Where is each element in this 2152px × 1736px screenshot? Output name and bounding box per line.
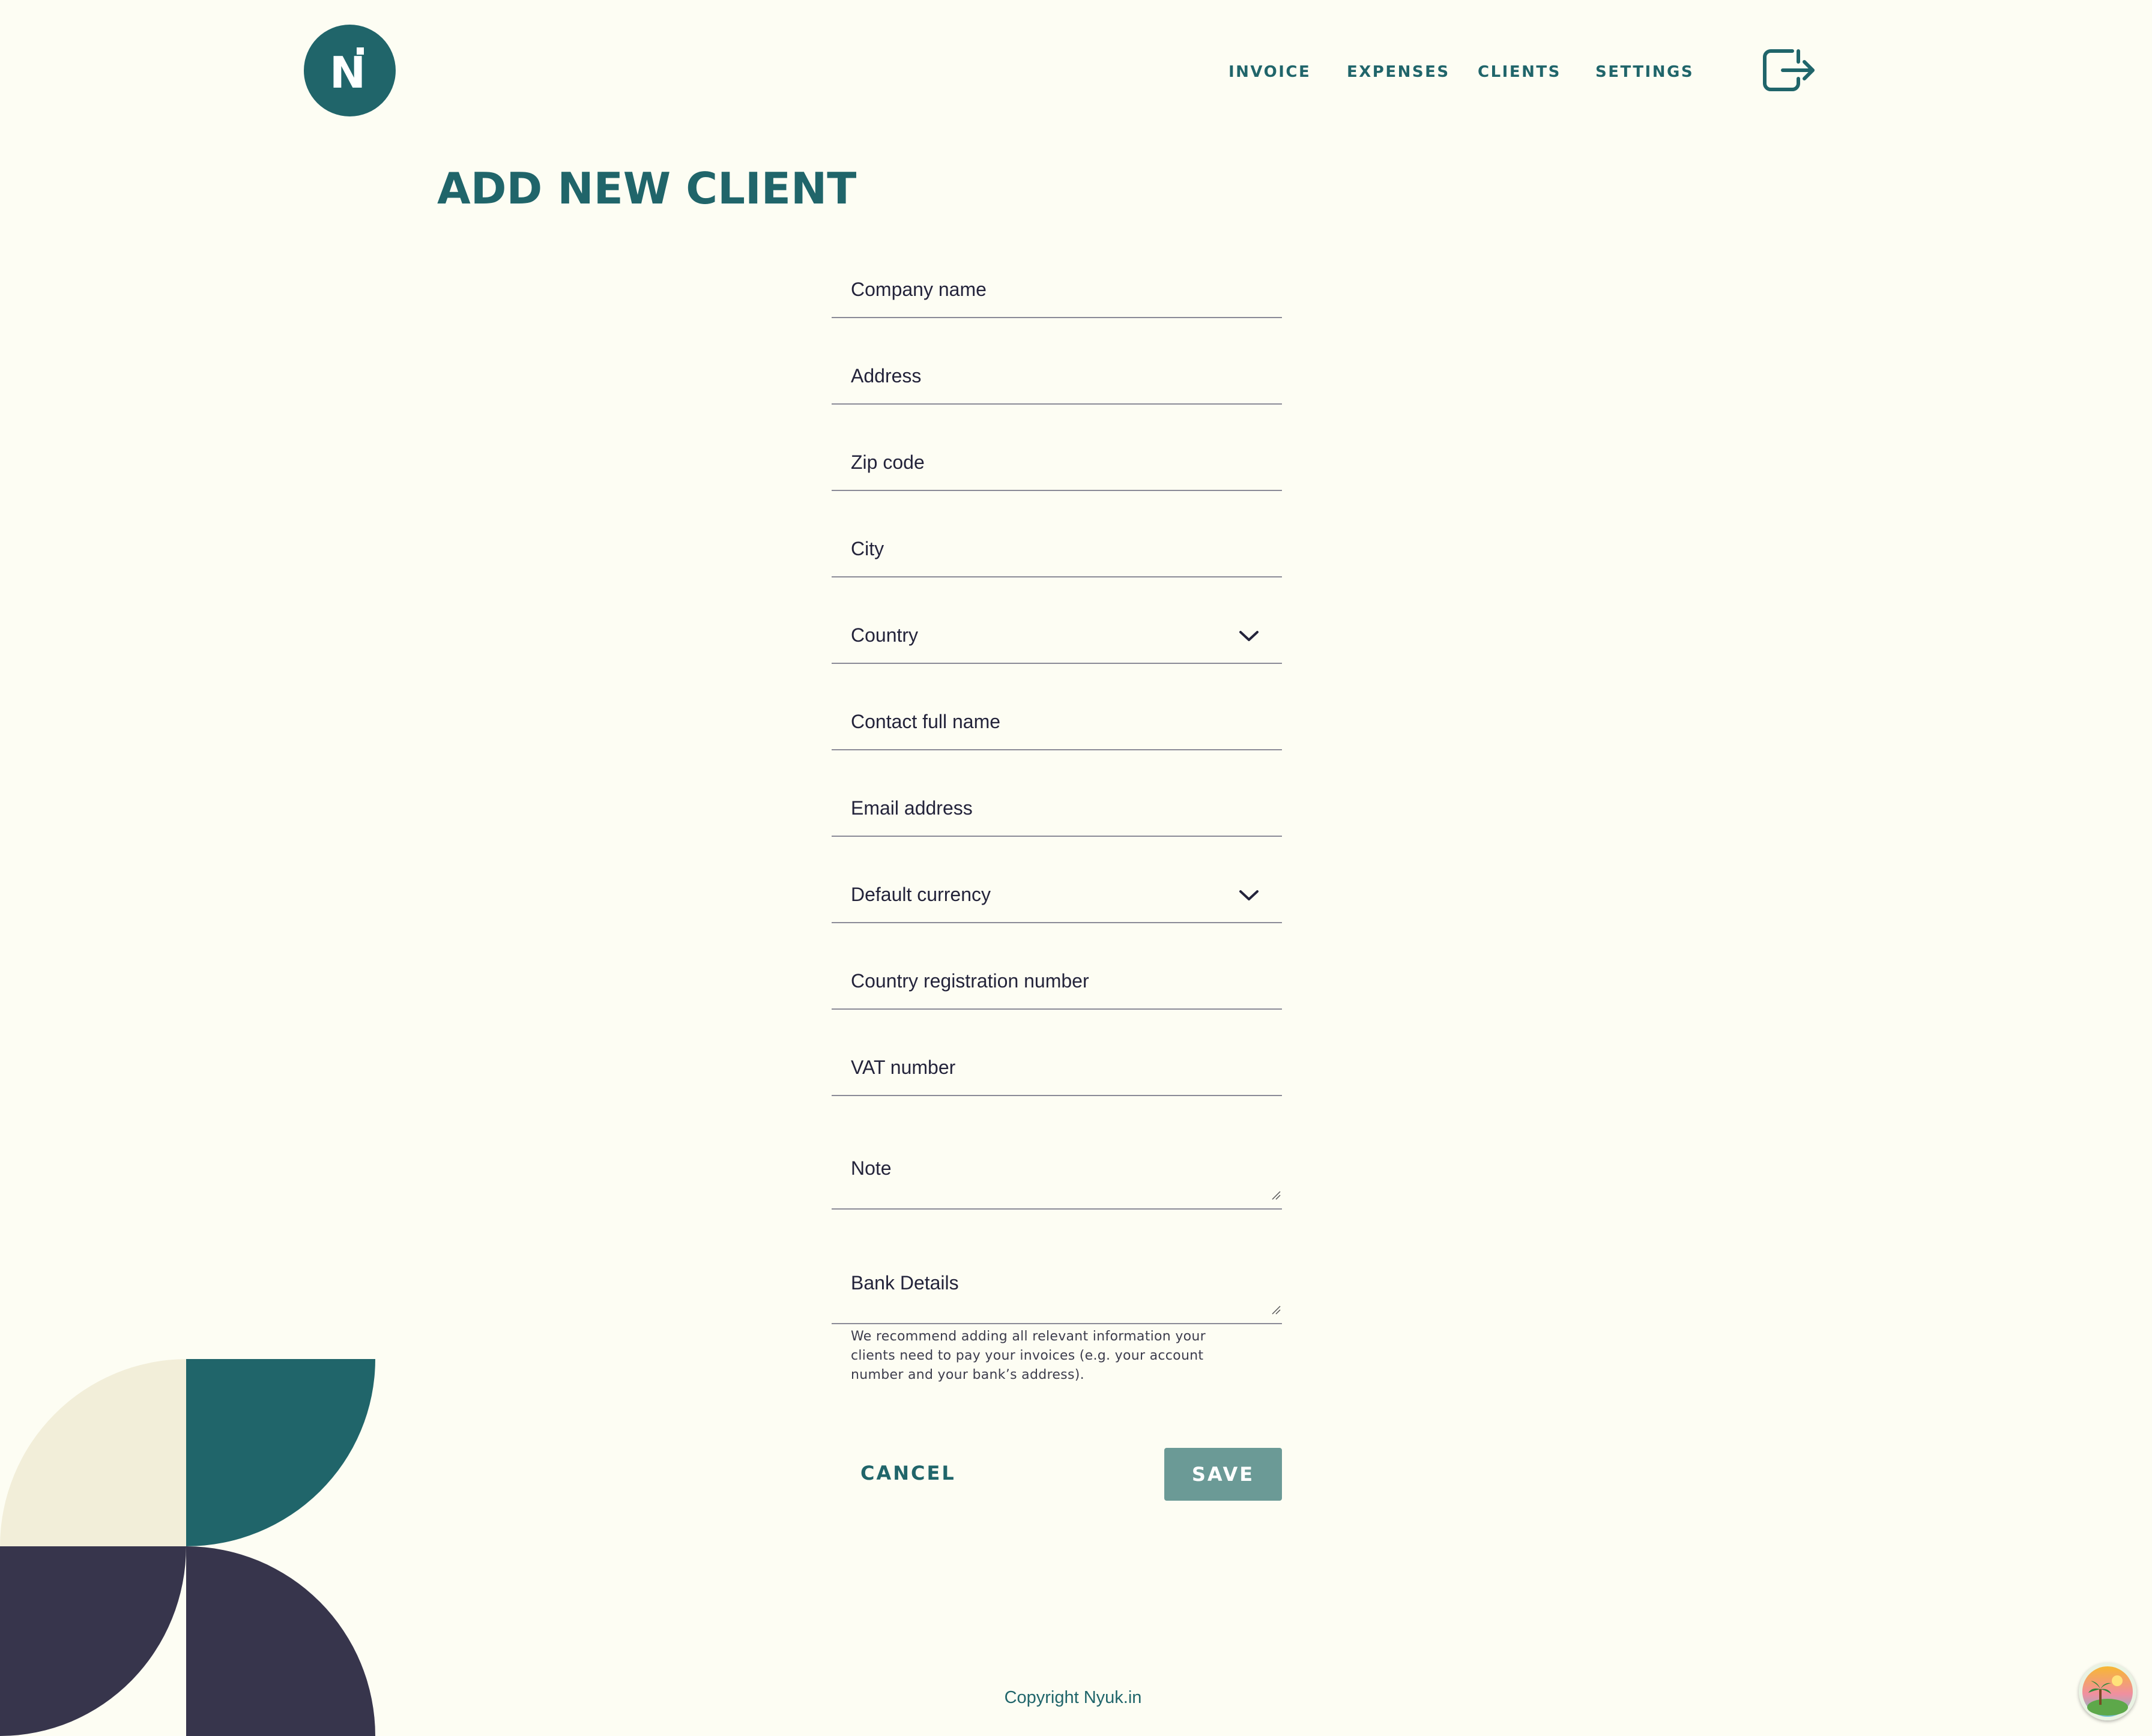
chevron-down-icon: [1239, 890, 1259, 900]
bank-details-hint: We recommend adding all relevant informa…: [851, 1329, 1206, 1382]
logout-icon: [1763, 49, 1815, 91]
company-name-field: [832, 264, 1282, 318]
default-currency-select-label: Default currency: [851, 884, 991, 905]
city-input[interactable]: [851, 538, 1258, 560]
resize-handle-icon[interactable]: [1271, 1190, 1281, 1200]
email-input[interactable]: [851, 797, 1258, 819]
address-input[interactable]: [851, 365, 1258, 387]
nav-link-clients[interactable]: CLIENTS: [1478, 63, 1561, 81]
floating-avatar-button[interactable]: [2079, 1663, 2136, 1720]
country-select[interactable]: Country: [832, 610, 1282, 664]
resize-handle-icon[interactable]: [1271, 1305, 1281, 1315]
company-name-input[interactable]: [851, 279, 1258, 301]
zip-code-field: [832, 437, 1282, 491]
vat-number-input[interactable]: [851, 1056, 1258, 1079]
contact-name-field: [832, 696, 1282, 750]
vat-number-field: [832, 1042, 1282, 1096]
page-title: ADD NEW CLIENT: [437, 163, 857, 214]
zip-code-input[interactable]: [851, 451, 1258, 474]
decor-teal-quarter: [186, 1359, 375, 1546]
nav-link-expenses[interactable]: EXPENSES: [1347, 63, 1450, 81]
default-currency-select[interactable]: Default currency: [832, 869, 1282, 923]
city-field: [832, 523, 1282, 577]
save-button[interactable]: SAVE: [1164, 1448, 1282, 1501]
contact-name-input[interactable]: [851, 711, 1258, 733]
svg-text:N: N: [330, 47, 366, 98]
nav-link-settings[interactable]: SETTINGS: [1595, 63, 1694, 81]
note-textarea[interactable]: [851, 1157, 1258, 1199]
registration-number-field: [832, 956, 1282, 1010]
note-field: [832, 1129, 1282, 1210]
decorative-shapes: [0, 1359, 375, 1736]
chevron-down-icon: [1239, 631, 1259, 641]
nav-link-invoice[interactable]: INVOICE: [1229, 63, 1311, 81]
logo-monogram-icon: N: [330, 47, 366, 98]
country-select-label: Country: [851, 624, 919, 646]
email-field: [832, 783, 1282, 837]
app-logo[interactable]: N: [304, 25, 396, 116]
logout-button[interactable]: [1762, 47, 1818, 93]
cancel-button[interactable]: CANCEL: [860, 1462, 956, 1484]
bank-details-field: [832, 1243, 1282, 1324]
island-avatar-icon: [2079, 1663, 2136, 1720]
footer-copyright: Copyright Nyuk.in: [1004, 1688, 1142, 1707]
address-field: [832, 351, 1282, 405]
decor-cream-quarter: [0, 1359, 186, 1546]
bank-details-textarea[interactable]: [851, 1272, 1258, 1314]
registration-number-input[interactable]: [851, 970, 1258, 992]
